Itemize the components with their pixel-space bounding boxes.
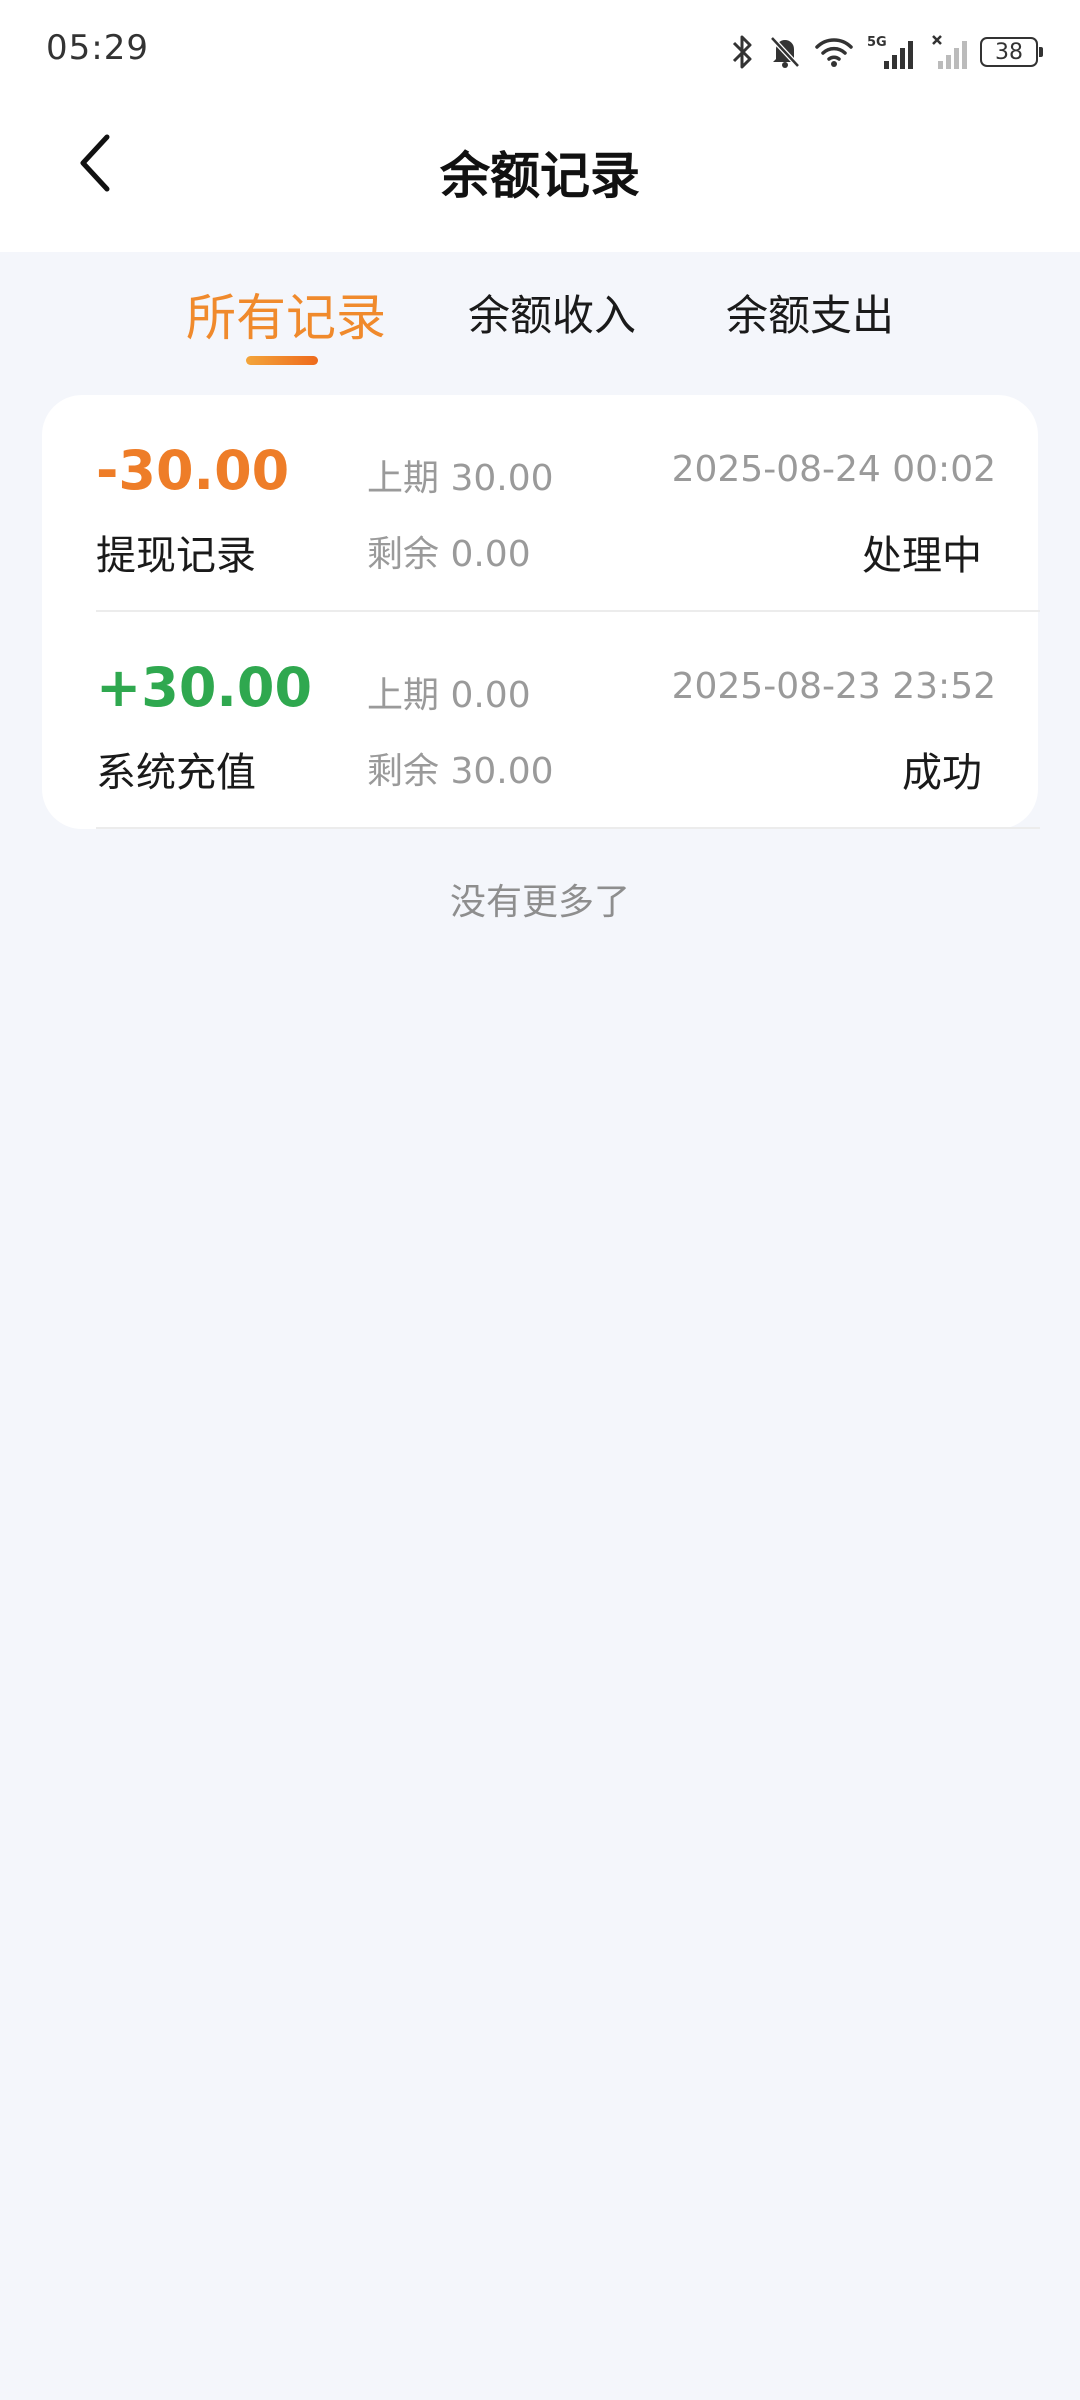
row-divider xyxy=(96,827,1040,829)
record-type: 提现记录 xyxy=(96,533,256,579)
status-bar: 05:29 5G 38 xyxy=(0,0,1080,100)
page-title: 余额记录 xyxy=(440,147,640,205)
record-status: 成功 xyxy=(902,750,982,796)
bluetooth-icon xyxy=(730,34,756,70)
record-status: 处理中 xyxy=(862,533,982,579)
record-time: 2025-08-23 23:52 xyxy=(671,666,996,707)
tab-balance-income[interactable]: 余额收入 xyxy=(468,282,636,343)
tab-balance-expense[interactable]: 余额支出 xyxy=(726,282,894,343)
tab-all-records[interactable]: 所有记录 xyxy=(186,278,386,350)
record-remaining-balance: 剩余 30.00 xyxy=(367,751,554,792)
mute-bell-icon xyxy=(768,34,802,70)
wifi-icon xyxy=(814,35,854,69)
record-row[interactable]: -30.00 提现记录 上期 30.00 剩余 0.00 2025-08-24 … xyxy=(42,395,1040,612)
signal-5g-icon: 5G xyxy=(866,33,918,71)
header: 余额记录 xyxy=(0,100,1080,252)
record-type: 系统充值 xyxy=(96,750,256,796)
status-time: 05:29 xyxy=(46,28,149,68)
battery-icon: 38 xyxy=(980,37,1043,67)
record-previous-balance: 上期 0.00 xyxy=(367,675,531,716)
tab-bar: 所有记录 余额收入 余额支出 xyxy=(0,252,1080,382)
record-row[interactable]: +30.00 系统充值 上期 0.00 剩余 30.00 2025-08-23 … xyxy=(42,612,1040,829)
no-more-text: 没有更多了 xyxy=(449,882,630,923)
record-previous-balance: 上期 30.00 xyxy=(367,458,554,499)
svg-text:5G: 5G xyxy=(867,35,887,50)
signal-no-sim-icon xyxy=(930,33,968,71)
status-icons: 5G 38 xyxy=(730,28,1043,76)
active-tab-indicator xyxy=(246,356,318,365)
records-card: -30.00 提现记录 上期 30.00 剩余 0.00 2025-08-24 … xyxy=(42,395,1040,829)
record-amount: +30.00 xyxy=(96,656,313,719)
record-time: 2025-08-24 00:02 xyxy=(671,449,996,490)
record-remaining-balance: 剩余 0.00 xyxy=(367,534,531,575)
record-amount: -30.00 xyxy=(96,439,290,502)
